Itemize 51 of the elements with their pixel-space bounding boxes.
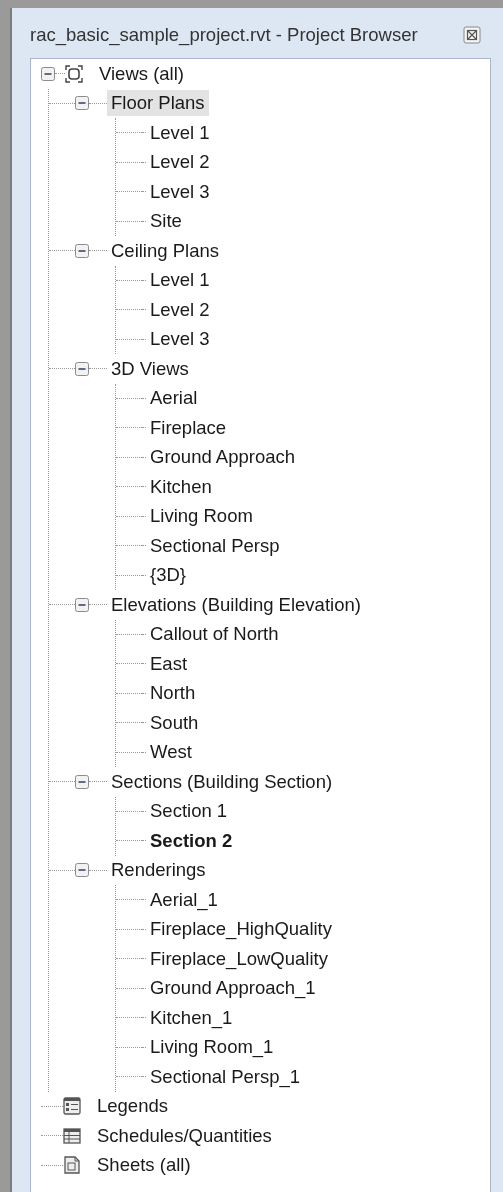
close-button[interactable]: [463, 26, 481, 44]
collapse-toggle[interactable]: [75, 597, 89, 612]
collapse-toggle[interactable]: [75, 96, 89, 111]
tree-item[interactable]: 3D Views: [107, 355, 193, 382]
tree-item[interactable]: Sheets (all): [93, 1152, 195, 1179]
views-icon: [65, 64, 83, 83]
tree-item[interactable]: Fireplace_LowQuality: [146, 945, 332, 972]
tree-item[interactable]: Fireplace: [146, 414, 231, 441]
tree-item[interactable]: {3D}: [146, 562, 190, 589]
tree-item[interactable]: Callout of North: [146, 621, 283, 648]
tree-item[interactable]: Kitchen_1: [146, 1004, 237, 1031]
sheet-icon: [63, 1156, 81, 1175]
tree-item[interactable]: Living Room_1: [146, 1034, 278, 1061]
tree-item[interactable]: Sections (Building Section): [107, 768, 337, 795]
tree-item[interactable]: Floor Plans: [107, 90, 209, 117]
tree-item[interactable]: West: [146, 739, 196, 766]
collapse-toggle[interactable]: [75, 774, 89, 789]
tree-item[interactable]: Ground Approach_1: [146, 975, 320, 1002]
tree-item[interactable]: Level 1: [146, 119, 214, 146]
tree-item[interactable]: Section 2: [146, 827, 237, 854]
tree-item[interactable]: Kitchen: [146, 473, 216, 500]
tree-item[interactable]: Site: [146, 208, 186, 235]
collapse-toggle[interactable]: [75, 243, 89, 258]
tree-item[interactable]: Level 1: [146, 267, 214, 294]
tree-item[interactable]: South: [146, 709, 203, 736]
tree-item[interactable]: Elevations (Building Elevation): [107, 591, 365, 618]
panel-title: rac_basic_sample_project.rvt - Project Browser: [30, 24, 418, 46]
tree-item[interactable]: Renderings: [107, 857, 210, 884]
tree-item[interactable]: Schedules/Quantities: [93, 1122, 276, 1149]
tree-item[interactable]: Ground Approach: [146, 444, 300, 471]
tree-item[interactable]: Section 1: [146, 798, 232, 825]
tree-item[interactable]: Fireplace_HighQuality: [146, 916, 336, 943]
tree-item[interactable]: Ceiling Plans: [107, 237, 223, 264]
tree-item[interactable]: Legends: [93, 1093, 172, 1120]
collapse-toggle[interactable]: [75, 863, 89, 878]
tree-item[interactable]: East: [146, 650, 192, 677]
tree-item[interactable]: Level 2: [146, 149, 214, 176]
tree-item[interactable]: Aerial: [146, 385, 202, 412]
collapse-toggle[interactable]: [75, 361, 89, 376]
legend-icon: [63, 1097, 81, 1116]
tree-item[interactable]: North: [146, 680, 200, 707]
tree-item[interactable]: Level 3: [146, 178, 214, 205]
table-icon: [63, 1126, 81, 1145]
tree-item[interactable]: Level 3: [146, 326, 214, 353]
tree-item[interactable]: Sectional Persp_1: [146, 1063, 305, 1090]
tree-item[interactable]: Views (all): [95, 60, 188, 87]
tree-item[interactable]: Sectional Persp: [146, 532, 284, 559]
tree-item[interactable]: Living Room: [146, 503, 257, 530]
tree-item[interactable]: Level 2: [146, 296, 214, 323]
collapse-toggle[interactable]: [41, 66, 55, 81]
tree-item[interactable]: Aerial_1: [146, 886, 222, 913]
